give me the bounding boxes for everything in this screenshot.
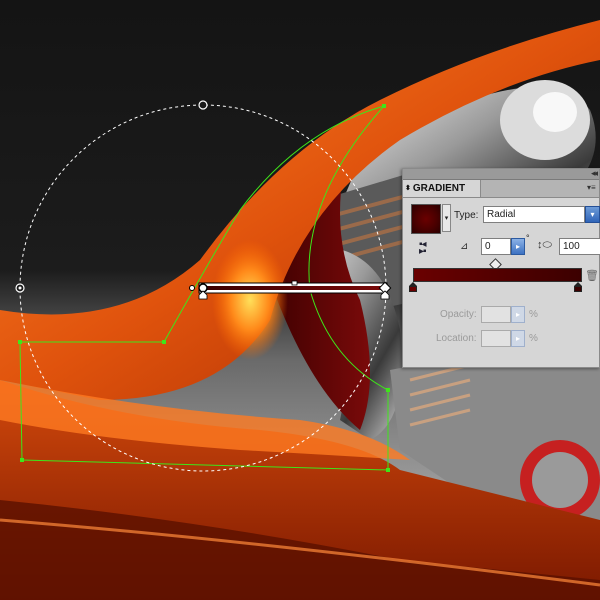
type-label: Type: [454, 210, 479, 221]
location-label: Location: [436, 333, 477, 344]
tab-gradient-label: GRADIENT [412, 183, 466, 194]
panel-title-bar[interactable]: ◂◂ [403, 167, 599, 180]
angle-input[interactable]: 0 [481, 238, 511, 255]
tab-arrows-icon: ⬍ [405, 185, 411, 192]
radius-handle-top[interactable] [198, 100, 208, 110]
gradient-swatch[interactable] [411, 204, 441, 234]
gradient-slider-bar[interactable] [413, 268, 582, 282]
degree-symbol: ° [526, 233, 530, 243]
panel-menu-icon[interactable]: ▾≡ [587, 184, 597, 192]
reverse-gradient-icon[interactable]: ▪◂ ▸▪ [419, 240, 435, 257]
trash-icon[interactable]: 🗑 [585, 269, 599, 282]
aspect-ratio-icon: ↕⬭ [537, 239, 552, 251]
tab-gradient[interactable]: ⬍ GRADIENT [403, 180, 481, 197]
panel-tab-row: ⬍ GRADIENT ▾≡ [403, 180, 599, 198]
gradient-panel[interactable]: ◂◂ ⬍ GRADIENT ▾≡ ▾ Type: Radial ▾ ▪◂ ▸▪ ⊿ … [402, 168, 600, 368]
opacity-dropdown-button[interactable]: ▸ [511, 306, 525, 323]
gradient-swatch-group: ▾ [411, 204, 451, 234]
opacity-label: Opacity: [440, 309, 477, 320]
gradient-stop-right[interactable] [574, 282, 582, 292]
angle-icon: ⊿ [460, 241, 469, 252]
type-select[interactable]: Radial [483, 206, 585, 223]
location-dropdown-button[interactable]: ▸ [511, 330, 525, 347]
double-arrow-right-icon[interactable]: ◂◂ [591, 167, 598, 179]
opacity-input[interactable] [481, 306, 511, 323]
location-unit: % [529, 333, 538, 344]
opacity-unit: % [529, 309, 538, 320]
gradient-stop-left[interactable] [409, 282, 417, 292]
aspect-ratio-input[interactable]: 100 [559, 238, 600, 255]
angle-dropdown-button[interactable]: ▸ [511, 238, 525, 255]
swatch-dropdown-button[interactable]: ▾ [442, 204, 451, 232]
type-dropdown-button[interactable]: ▾ [585, 206, 600, 223]
location-input[interactable] [481, 330, 511, 347]
